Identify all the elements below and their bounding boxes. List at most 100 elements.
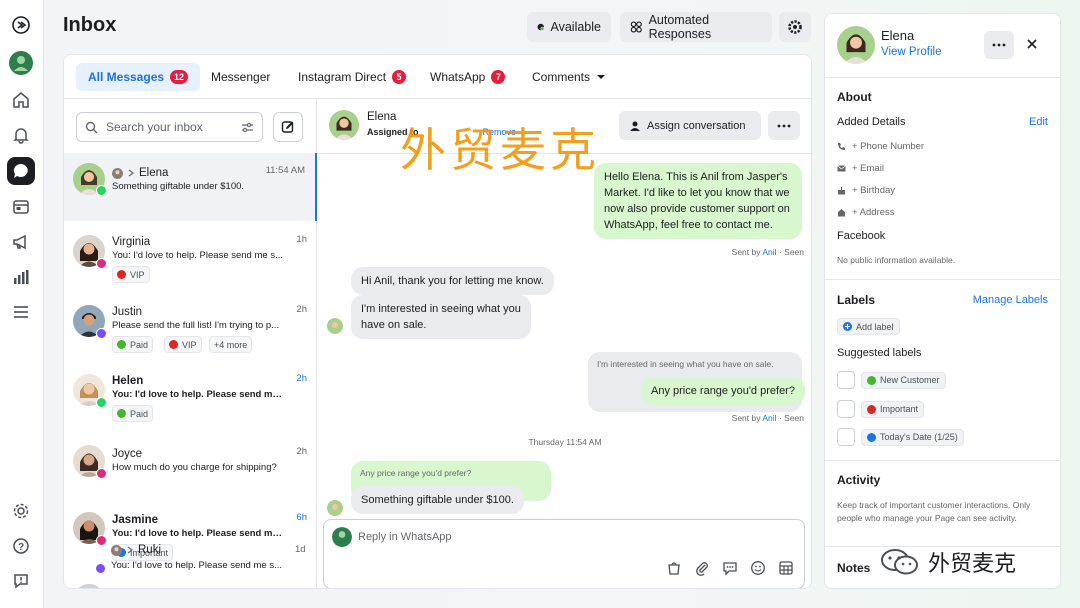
suggested-label-todays-date[interactable]: Today's Date (1/25) bbox=[837, 428, 964, 446]
add-email-text: + Email bbox=[852, 163, 884, 174]
conversation-item-jasmine[interactable]: Jasmine 6h You: I'd love to help. Please… bbox=[64, 500, 317, 568]
conversation-item-helen[interactable]: Helen 2h You: I'd love to help. Please s… bbox=[64, 361, 317, 429]
divider bbox=[825, 77, 1060, 78]
tab-label: Comments bbox=[532, 70, 591, 84]
tab-all-messages[interactable]: All Messages 12 bbox=[76, 63, 201, 91]
tab-label: All Messages bbox=[88, 70, 165, 84]
label-color-dot bbox=[117, 409, 126, 418]
more-icon bbox=[777, 124, 791, 127]
label-tag-vip: VIP bbox=[164, 336, 202, 353]
label-tag-vip: VIP bbox=[112, 266, 150, 283]
conversation-time: 2h bbox=[296, 373, 307, 384]
label-color-dot bbox=[867, 404, 876, 414]
conversation-item-justin[interactable]: Justin 2h Please send the full list! I'm… bbox=[64, 292, 317, 360]
settings-button[interactable] bbox=[779, 12, 811, 42]
add-phone-row[interactable]: + Phone Number bbox=[837, 141, 924, 152]
tab-instagram-direct[interactable]: Instagram Direct 5 bbox=[286, 63, 418, 91]
channel-tabs: All Messages 12 Messenger Instagram Dire… bbox=[64, 55, 811, 99]
assignee-avatar-icon bbox=[111, 544, 122, 556]
unread-badge: 5 bbox=[392, 70, 407, 84]
conversation-snippet: You: I'd love to help. Please send me s.… bbox=[112, 250, 283, 261]
conversation-snippet: You: I'd love to help. Please send me s.… bbox=[112, 528, 284, 539]
inbox-chat-icon[interactable] bbox=[7, 157, 35, 185]
emoji-icon[interactable] bbox=[750, 560, 766, 576]
message-incoming: Hi Anil, thank you for letting me know. bbox=[351, 267, 554, 295]
clock-status-icon bbox=[537, 23, 545, 31]
assign-conversation-button[interactable]: Assign conversation bbox=[619, 111, 761, 140]
home-icon[interactable] bbox=[8, 87, 34, 113]
message-incoming: I'm interested in seeing what you have o… bbox=[351, 295, 531, 339]
suggested-label-chip: Today's Date (1/25) bbox=[861, 428, 964, 446]
label-tag-text: VIP bbox=[182, 339, 197, 350]
posts-icon[interactable] bbox=[8, 194, 34, 220]
menu-icon[interactable] bbox=[8, 299, 34, 325]
conversation-time: 1h bbox=[296, 234, 307, 245]
saved-replies-icon[interactable] bbox=[722, 560, 738, 576]
profile-more-button[interactable] bbox=[984, 31, 1014, 59]
view-profile-link[interactable]: View Profile bbox=[881, 46, 942, 58]
suggested-label-new-customer[interactable]: New Customer bbox=[837, 371, 946, 389]
conversation-item-virginia[interactable]: Virginia 1h You: I'd love to help. Pleas… bbox=[64, 222, 317, 290]
meta-business-logo-icon[interactable] bbox=[8, 12, 34, 38]
manage-labels-link[interactable]: Manage Labels bbox=[973, 294, 1048, 306]
birthday-cake-icon bbox=[838, 187, 845, 195]
tab-messenger[interactable]: Messenger bbox=[199, 63, 282, 91]
filter-icon[interactable] bbox=[241, 121, 254, 134]
contact-details-panel: Elena View Profile About Added Details E… bbox=[824, 13, 1061, 589]
conversation-time: 11:54 AM bbox=[265, 165, 305, 176]
compose-button[interactable] bbox=[273, 112, 303, 142]
edit-details-link[interactable]: Edit bbox=[1029, 116, 1048, 128]
suggested-label-chip: Important bbox=[861, 400, 925, 418]
megaphone-icon[interactable] bbox=[8, 229, 34, 255]
settings-icon[interactable] bbox=[8, 498, 34, 524]
conversation-time: 2h bbox=[296, 304, 307, 315]
page-avatar-icon[interactable] bbox=[8, 50, 34, 76]
label-checkbox[interactable] bbox=[837, 428, 855, 446]
conversation-snippet: Please send the full list! I'm trying to… bbox=[112, 320, 280, 331]
contact-avatar bbox=[837, 26, 875, 64]
add-birthday-row[interactable]: + Birthday bbox=[837, 185, 895, 196]
chat-more-button[interactable] bbox=[768, 111, 800, 140]
close-panel-button[interactable] bbox=[1025, 37, 1039, 56]
add-address-row[interactable]: + Address bbox=[837, 207, 895, 218]
unread-badge: 7 bbox=[491, 70, 506, 84]
insights-icon[interactable] bbox=[8, 264, 34, 290]
availability-button[interactable]: Available bbox=[527, 12, 611, 42]
message-meta: Sent by Anil · Seen bbox=[732, 247, 804, 257]
attachment-icon[interactable] bbox=[694, 560, 710, 576]
divider bbox=[825, 460, 1060, 461]
add-label-button[interactable]: Add label bbox=[837, 318, 900, 336]
tab-comments[interactable]: Comments bbox=[520, 63, 618, 91]
conversation-item-elena[interactable]: Elena 11:54 AM Something giftable under … bbox=[64, 153, 317, 221]
message-meta: Sent by Anil · Seen bbox=[732, 413, 804, 423]
automated-responses-button[interactable]: Automated Responses bbox=[620, 12, 772, 42]
gear-icon bbox=[788, 20, 802, 34]
assign-label: Assign conversation bbox=[647, 119, 746, 132]
help-icon[interactable]: ? bbox=[8, 533, 34, 559]
bell-icon[interactable] bbox=[8, 122, 34, 148]
shop-bag-icon[interactable] bbox=[666, 560, 682, 576]
about-title: About bbox=[837, 90, 872, 104]
message-outgoing: Any price range you'd prefer? bbox=[641, 377, 805, 405]
conversation-snippet: Something giftable under $100. bbox=[112, 181, 245, 192]
label-checkbox[interactable] bbox=[837, 371, 855, 389]
template-grid-icon[interactable] bbox=[778, 560, 794, 576]
meta-suffix: · Seen bbox=[778, 413, 804, 423]
label-color-dot bbox=[867, 375, 876, 385]
contact-avatar bbox=[329, 110, 359, 140]
suggested-label-important[interactable]: Important bbox=[837, 400, 925, 418]
tab-whatsapp[interactable]: WhatsApp 7 bbox=[418, 63, 517, 91]
conversation-item-joyce[interactable]: Joyce 2h How much do you charge for ship… bbox=[64, 430, 317, 498]
conversation-list: Search your inbox Elena 11:54 AM Somethi… bbox=[64, 99, 317, 588]
label-checkbox[interactable] bbox=[837, 400, 855, 418]
label-tag-more[interactable]: +4 more bbox=[209, 336, 253, 353]
search-input[interactable]: Search your inbox bbox=[76, 112, 263, 142]
report-icon[interactable] bbox=[8, 568, 34, 594]
close-icon bbox=[1027, 39, 1037, 49]
add-label-text: Add label bbox=[856, 321, 894, 332]
reply-composer[interactable]: Reply in WhatsApp bbox=[323, 519, 805, 588]
meta-sender: Anil bbox=[762, 247, 777, 257]
notes-title: Notes bbox=[837, 561, 871, 575]
add-email-row[interactable]: + Email bbox=[837, 163, 884, 174]
contact-mini-avatar bbox=[327, 500, 343, 516]
